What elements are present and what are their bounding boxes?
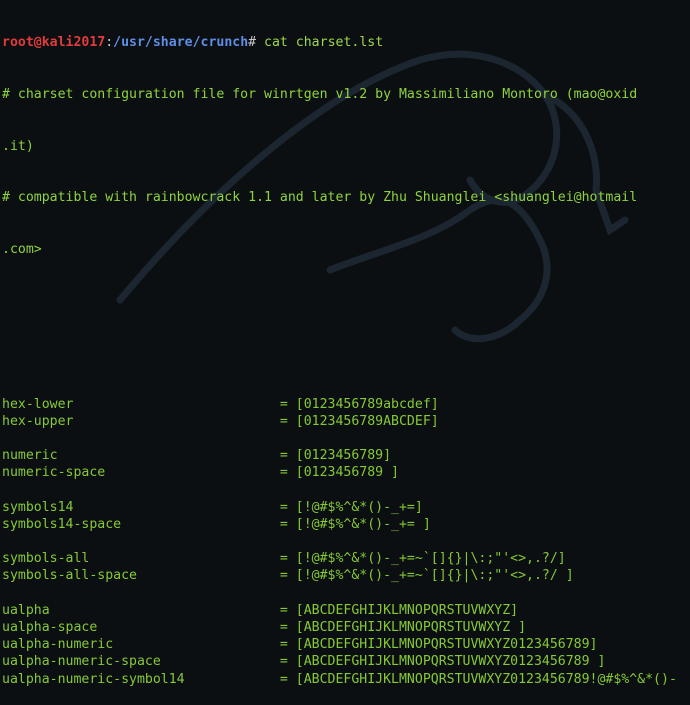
charset-value: [ABCDEFGHIJKLMNOPQRSTUVWXYZ0123456789 ] xyxy=(295,654,606,670)
charset-name: symbols-all xyxy=(2,551,280,567)
charset-name: ualpha xyxy=(2,602,280,618)
charset-name: ualpha-numeric-symbol14 xyxy=(2,671,280,687)
equals-sign: = xyxy=(279,654,296,670)
equals-sign: = xyxy=(279,465,296,481)
charset-entry: ualpha-numeric = [ABCDEFGHIJKLMNOPQRSTUV… xyxy=(2,636,688,653)
comment-line: # charset configuration file for winrtge… xyxy=(2,87,638,102)
charset-entry: symbols14-space = [!@#$%^&*()-_+= ] xyxy=(2,516,688,533)
charset-entry: hex-upper = [0123456789ABCDEF] xyxy=(2,413,688,430)
charset-name: ualpha-numeric-space xyxy=(2,654,280,670)
charset-name: ualpha-space xyxy=(2,620,280,635)
charset-name: hex-upper xyxy=(2,413,280,429)
equals-sign: = xyxy=(279,448,296,464)
charset-entry: symbols-all-space = [!@#$%^&*()-_+=~`[]{… xyxy=(2,567,688,584)
equals-sign: = xyxy=(279,516,296,532)
charset-entry: symbols-all = [!@#$%^&*()-_+=~`[]{}|\:;"… xyxy=(2,550,688,567)
charset-value: [ABCDEFGHIJKLMNOPQRSTUVWXYZ] xyxy=(295,602,519,618)
charset-value: [0123456789] xyxy=(295,448,392,464)
equals-sign: = xyxy=(279,602,296,618)
charset-entry: symbols14 = [!@#$%^&*()-_+=] xyxy=(2,499,688,516)
charset-entry: ualpha-space = [ABCDEFGHIJKLMNOPQRSTUVWX… xyxy=(2,619,688,636)
charset-value: [ABCDEFGHIJKLMNOPQRSTUVWXYZ ] xyxy=(295,620,527,635)
charset-value: [!@#$%^&*()-_+=~`[]{}|\:;"'<>,.?/] xyxy=(295,551,566,567)
charset-entry: numeric-space = [0123456789 ] xyxy=(2,464,688,481)
charset-name: symbols-all-space xyxy=(2,568,280,584)
equals-sign: = xyxy=(279,413,296,429)
charset-entry: ualpha-numeric-space = [ABCDEFGHIJKLMNOP… xyxy=(2,653,688,670)
charset-name: numeric xyxy=(2,448,280,464)
charset-name: hex-lower xyxy=(2,396,280,412)
charset-value: [0123456789ABCDEF] xyxy=(295,413,439,429)
charset-value: [ABCDEFGHIJKLMNOPQRSTUVWXYZ0123456789!@#… xyxy=(295,671,677,687)
command-text: cat charset.lst xyxy=(256,35,384,51)
charset-entry: ualpha-numeric-symbol14 = [ABCDEFGHIJKLM… xyxy=(2,671,688,688)
charset-name: symbols14-space xyxy=(2,516,280,532)
equals-sign: = xyxy=(279,396,296,412)
charset-entry: numeric = [0123456789] xyxy=(2,447,688,464)
charset-value: [!@#$%^&*()-_+=] xyxy=(295,499,423,515)
prompt-user-host: root@kali2017 xyxy=(2,35,106,51)
comment-line: # compatible with rainbowcrack 1.1 and l… xyxy=(2,190,638,206)
prompt-path: /usr/share/crunch xyxy=(113,35,249,51)
terminal-output: root@kali2017:/usr/share/crunch# cat cha… xyxy=(2,0,688,705)
charset-name: numeric-space xyxy=(2,465,280,481)
charset-value: [0123456789abcdef] xyxy=(295,396,439,412)
prompt-line: root@kali2017:/usr/share/crunch# cat cha… xyxy=(2,34,688,51)
charset-value: [0123456789 ] xyxy=(295,465,399,481)
equals-sign: = xyxy=(279,568,296,584)
charset-value: [!@#$%^&*()-_+=~`[]{}|\:;"'<>,.?/ ] xyxy=(295,568,574,584)
equals-sign: = xyxy=(279,551,296,567)
charset-name: symbols14 xyxy=(2,499,280,515)
equals-sign: = xyxy=(279,671,296,687)
charset-value: [ABCDEFGHIJKLMNOPQRSTUVWXYZ0123456789] xyxy=(295,637,598,653)
equals-sign: = xyxy=(279,620,296,635)
equals-sign: = xyxy=(279,637,296,653)
prompt-separator: : xyxy=(105,35,114,51)
comment-line: .com> xyxy=(2,241,42,257)
equals-sign: = xyxy=(279,499,296,515)
charset-entry: ualpha = [ABCDEFGHIJKLMNOPQRSTUVWXYZ] xyxy=(2,602,688,619)
comment-line: .it) xyxy=(2,138,34,154)
charset-value: [!@#$%^&*()-_+= ] xyxy=(295,516,431,532)
charset-name: ualpha-numeric xyxy=(2,637,280,653)
prompt-symbol: # xyxy=(248,35,257,51)
charset-list: hex-lower = [0123456789abcdef] hex-upper … xyxy=(2,396,688,688)
charset-entry: hex-lower = [0123456789abcdef] xyxy=(2,396,688,413)
